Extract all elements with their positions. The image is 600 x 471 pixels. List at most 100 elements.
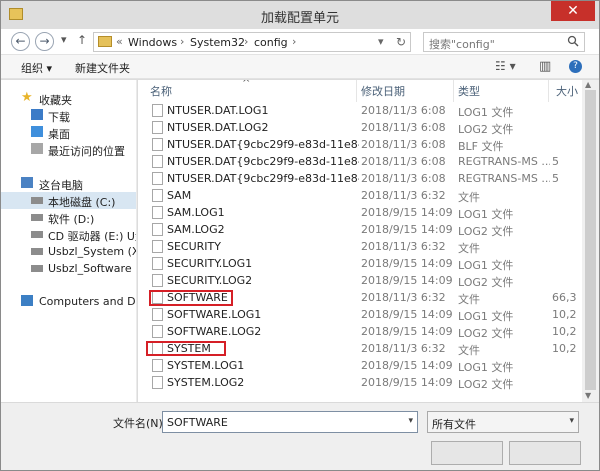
sidebar-item-label: 桌面 <box>48 128 70 141</box>
file-name: SOFTWARE.LOG1 <box>167 308 262 321</box>
cancel-button[interactable] <box>509 441 581 465</box>
scrollbar-thumb[interactable] <box>585 90 596 390</box>
file-icon <box>152 172 163 185</box>
sidebar-item-drive-c[interactable]: 本地磁盘 (C:) <box>1 192 136 209</box>
breadcrumb-separator-icon[interactable]: › <box>180 35 184 48</box>
file-date: 2018/9/15 14:09 <box>361 223 453 236</box>
desktop-icon <box>31 126 43 137</box>
file-row[interactable]: SOFTWARE.LOG2 2018/9/15 14:09 LOG2 文件 10,2 <box>138 323 582 340</box>
file-size: 10,2 <box>552 342 577 355</box>
file-date: 2018/9/15 14:09 <box>361 376 453 389</box>
sidebar-item-favorites[interactable]: ★ 收藏夹 <box>1 90 136 107</box>
column-divider[interactable] <box>548 80 549 102</box>
file-type: LOG1 文件 <box>458 106 514 119</box>
file-date: 2018/9/15 14:09 <box>361 274 453 287</box>
file-date: 2018/11/3 6:08 <box>361 172 446 185</box>
dialog-footer: 文件名(N): SOFTWARE ▾ 所有文件 ▾ <box>1 402 599 470</box>
highlight-box-system <box>146 341 226 356</box>
file-row[interactable]: NTUSER.DAT.LOG1 2018/11/3 6:08 LOG1 文件 <box>138 102 582 119</box>
column-header-type[interactable]: 类型 <box>458 83 480 99</box>
file-row[interactable]: NTUSER.DAT{9cbc29f9-e83d-11e8-82...2018/… <box>138 153 582 170</box>
chevron-down-icon[interactable]: ▾ <box>569 416 574 426</box>
window-title: 加载配置单元 <box>260 11 339 26</box>
search-input[interactable]: 搜索"config" <box>423 32 585 52</box>
network-icon <box>21 295 33 306</box>
file-row[interactable]: NTUSER.DAT{9cbc29f9-e83d-11e8-82...2018/… <box>138 170 582 187</box>
file-name: SYSTEM.LOG1 <box>167 359 245 372</box>
file-row[interactable]: SECURITY.LOG2 2018/9/15 14:09 LOG2 文件 <box>138 272 582 289</box>
breadcrumb-separator-icon[interactable]: › <box>244 35 248 48</box>
file-name: SAM <box>167 189 192 202</box>
address-bar[interactable]: « Windows › System32 › config › ▾ ↻ <box>93 32 411 52</box>
file-row[interactable]: NTUSER.DAT{9cbc29f9-e83d-11e8-82...2018/… <box>138 136 582 153</box>
scroll-down-icon[interactable]: ▼ <box>585 391 591 400</box>
breadcrumb-system32[interactable]: System32 <box>190 36 245 49</box>
vertical-scrollbar[interactable]: ▲ ▼ <box>582 80 599 402</box>
column-header-size[interactable]: 大小 <box>556 83 578 99</box>
file-type: LOG1 文件 <box>458 208 514 221</box>
open-button[interactable] <box>431 441 503 465</box>
chevron-down-icon[interactable]: ▾ <box>408 416 413 426</box>
address-overflow-icon[interactable]: « <box>116 35 123 48</box>
file-type: 文件 <box>458 344 480 357</box>
computer-icon <box>21 177 33 188</box>
sidebar-item-drive-x[interactable]: Usbzl_System (X:) <box>1 243 136 260</box>
file-row[interactable]: SAM 2018/11/3 6:32 文件 <box>138 187 582 204</box>
sidebar-item-network[interactable]: Computers and Dev <box>1 293 136 310</box>
file-row[interactable]: NTUSER.DAT.LOG2 2018/11/3 6:08 LOG2 文件 <box>138 119 582 136</box>
file-row[interactable]: SAM.LOG1 2018/9/15 14:09 LOG1 文件 <box>138 204 582 221</box>
column-header-name[interactable]: 名称 <box>150 83 172 99</box>
sidebar-item-drive-e[interactable]: CD 驱动器 (E:) U盘 <box>1 226 136 243</box>
file-row[interactable]: SECURITY.LOG1 2018/9/15 14:09 LOG1 文件 <box>138 255 582 272</box>
file-row[interactable]: SYSTEM.LOG1 2018/9/15 14:09 LOG1 文件 <box>138 357 582 374</box>
filename-field[interactable]: SOFTWARE ▾ <box>162 411 418 433</box>
file-date: 2018/11/3 6:32 <box>361 240 446 253</box>
breadcrumb-config[interactable]: config <box>254 36 288 49</box>
file-icon <box>152 376 163 389</box>
file-date: 2018/11/3 6:08 <box>361 104 446 117</box>
column-header-date[interactable]: 修改日期 <box>361 83 405 99</box>
file-row[interactable]: SECURITY 2018/11/3 6:32 文件 <box>138 238 582 255</box>
preview-pane-icon[interactable]: ▥ <box>539 59 551 74</box>
file-date: 2018/11/3 6:08 <box>361 121 446 134</box>
file-type-value: 所有文件 <box>432 418 476 431</box>
up-icon[interactable]: ↑ <box>77 33 87 47</box>
file-type: LOG2 文件 <box>458 327 514 340</box>
file-icon <box>152 206 163 219</box>
new-folder-button[interactable]: 新建文件夹 <box>75 60 130 76</box>
sidebar-item-drive-d[interactable]: 软件 (D:) <box>1 209 136 226</box>
view-options-icon[interactable]: ☷ ▾ <box>495 59 516 73</box>
drive-icon <box>31 197 43 204</box>
forward-icon[interactable]: → <box>35 32 54 51</box>
file-size: 10,2 <box>552 308 577 321</box>
organize-menu[interactable]: 组织 ▾ <box>21 60 52 76</box>
file-type: 文件 <box>458 242 480 255</box>
file-size: 66,3 <box>552 291 577 304</box>
address-dropdown-icon[interactable]: ▾ <box>378 35 384 48</box>
file-date: 2018/11/3 6:32 <box>361 342 446 355</box>
file-name: SAM.LOG2 <box>167 223 225 236</box>
refresh-icon[interactable]: ↻ <box>396 35 406 49</box>
recent-locations-chevron-icon[interactable]: ▾ <box>61 33 67 46</box>
file-row[interactable]: SAM.LOG2 2018/9/15 14:09 LOG2 文件 <box>138 221 582 238</box>
sidebar-item-drive-y[interactable]: Usbzl_Software (Y: <box>1 260 136 277</box>
sidebar-item-downloads[interactable]: 下载 <box>1 107 136 124</box>
file-type-select[interactable]: 所有文件 ▾ <box>427 411 579 433</box>
breadcrumb-windows[interactable]: Windows <box>128 36 177 49</box>
sidebar-item-desktop[interactable]: 桌面 <box>1 124 136 141</box>
back-icon[interactable]: ← <box>11 32 30 51</box>
scroll-up-icon[interactable]: ▲ <box>585 80 591 89</box>
sidebar-item-recent-places[interactable]: 最近访问的位置 <box>1 141 136 158</box>
help-icon[interactable]: ? <box>569 60 582 73</box>
file-name: NTUSER.DAT{9cbc29f9-e83d-11e8-82... <box>167 138 359 151</box>
file-row[interactable]: SOFTWARE.LOG1 2018/9/15 14:09 LOG1 文件 10,2 <box>138 306 582 323</box>
column-divider[interactable] <box>356 80 357 102</box>
title-bar: 加载配置单元 ✕ <box>1 1 599 29</box>
file-row[interactable]: SYSTEM.LOG2 2018/9/15 14:09 LOG2 文件 <box>138 374 582 391</box>
breadcrumb-separator-icon[interactable]: › <box>292 35 296 48</box>
close-button[interactable]: ✕ <box>551 1 595 21</box>
file-icon <box>152 155 163 168</box>
column-divider[interactable] <box>453 80 454 102</box>
file-name: SECURITY.LOG1 <box>167 257 253 270</box>
sidebar-item-this-pc[interactable]: 这台电脑 <box>1 175 136 192</box>
